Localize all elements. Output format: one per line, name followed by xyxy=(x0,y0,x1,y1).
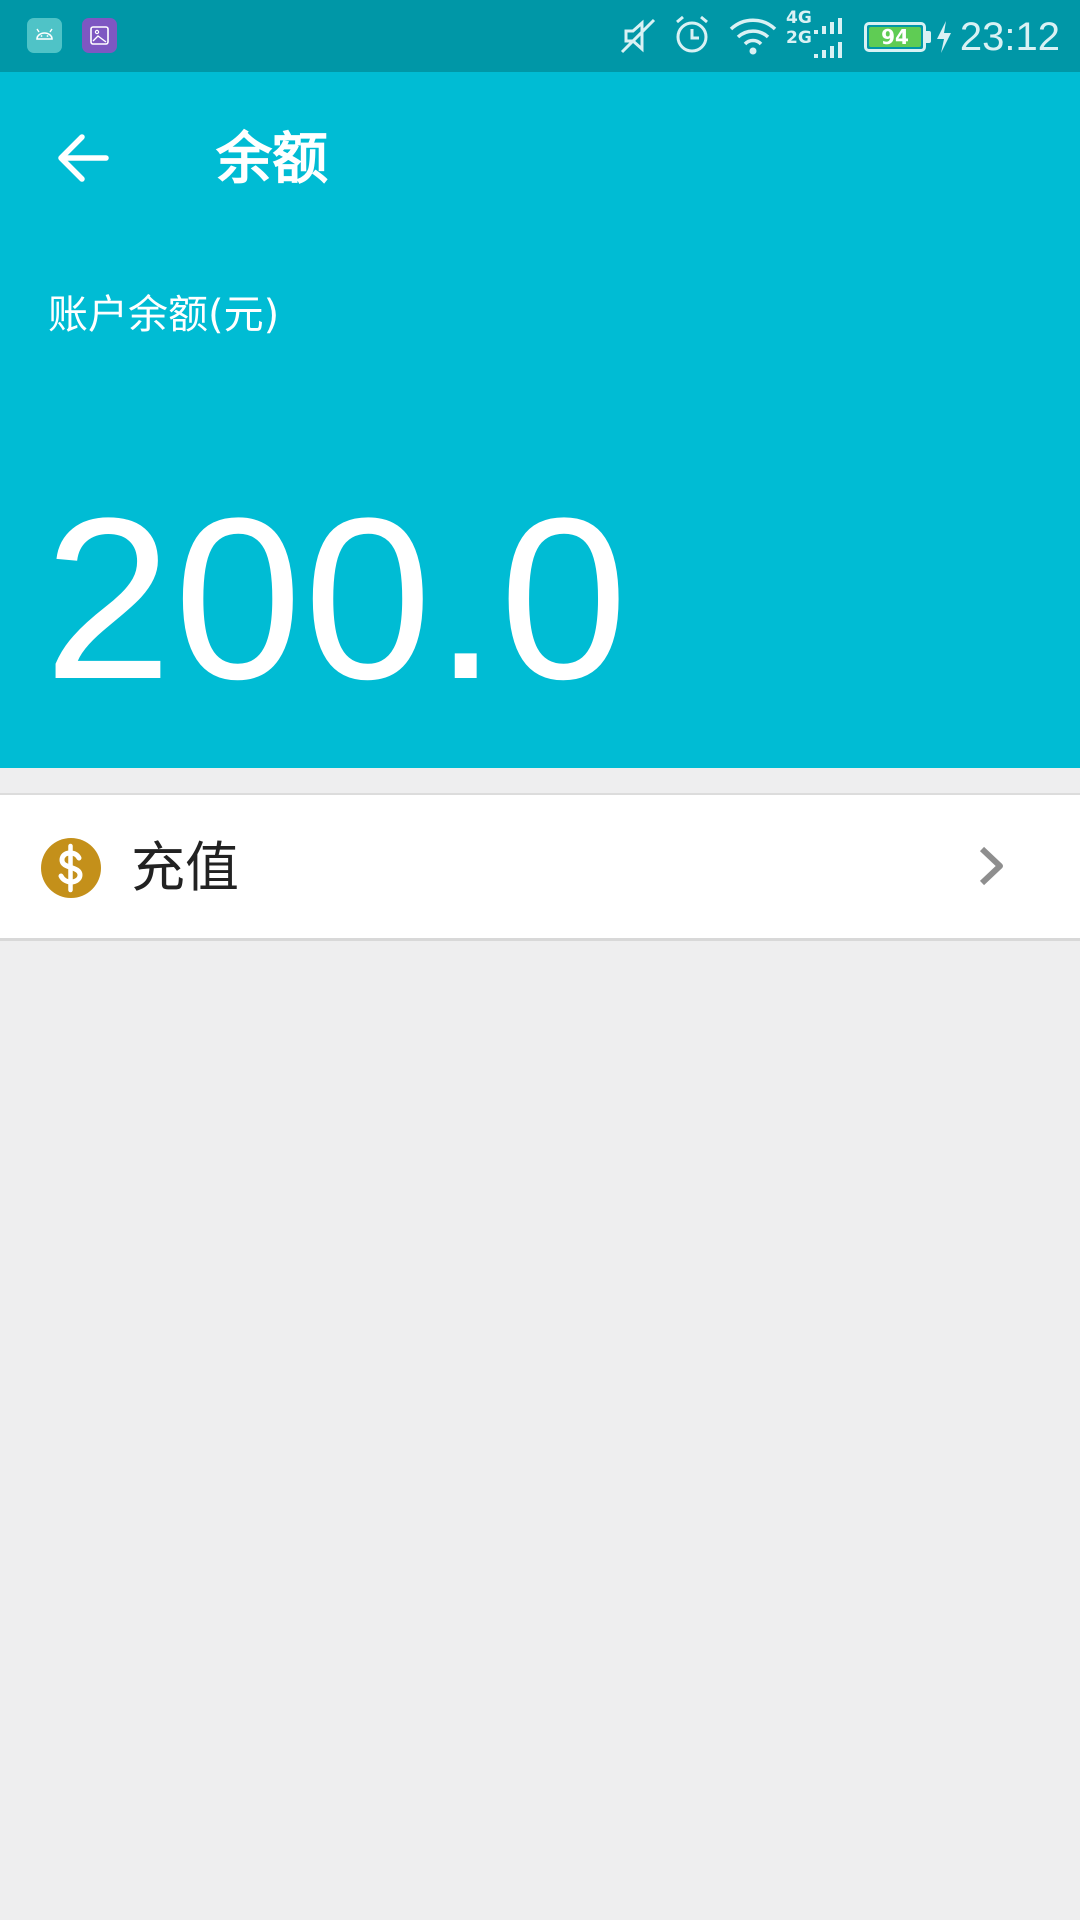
status-time: 23:12 xyxy=(959,15,1060,59)
battery-icon: 94 xyxy=(864,22,926,52)
dollar-coin-icon xyxy=(41,838,101,898)
signal-icon xyxy=(812,14,848,60)
network-4g-label: 4G xyxy=(786,8,812,28)
chevron-right-icon xyxy=(976,843,1006,889)
balance-header: 余额 账户余额(元) 200.0 xyxy=(0,72,1080,768)
mute-icon xyxy=(618,16,658,56)
network-2g-label: 2G xyxy=(786,28,812,48)
gallery-notification-icon xyxy=(82,18,117,53)
page-title: 余额 xyxy=(216,127,328,192)
battery-tip xyxy=(926,31,931,43)
status-bar: 4G 2G 94 23:12 xyxy=(0,0,1080,72)
alarm-icon xyxy=(672,14,712,56)
arrow-left-icon xyxy=(58,134,109,182)
network-type-label: 4G 2G xyxy=(786,8,812,48)
back-button[interactable] xyxy=(50,124,118,192)
recharge-row[interactable]: 充值 xyxy=(0,793,1080,941)
charging-icon xyxy=(934,20,954,54)
recharge-label: 充值 xyxy=(131,836,239,899)
battery-level: 94 xyxy=(869,27,921,47)
balance-label: 账户余额(元) xyxy=(48,292,280,338)
balance-value: 200.0 xyxy=(44,470,630,727)
wifi-icon xyxy=(728,16,778,56)
android-notification-icon xyxy=(27,18,62,53)
